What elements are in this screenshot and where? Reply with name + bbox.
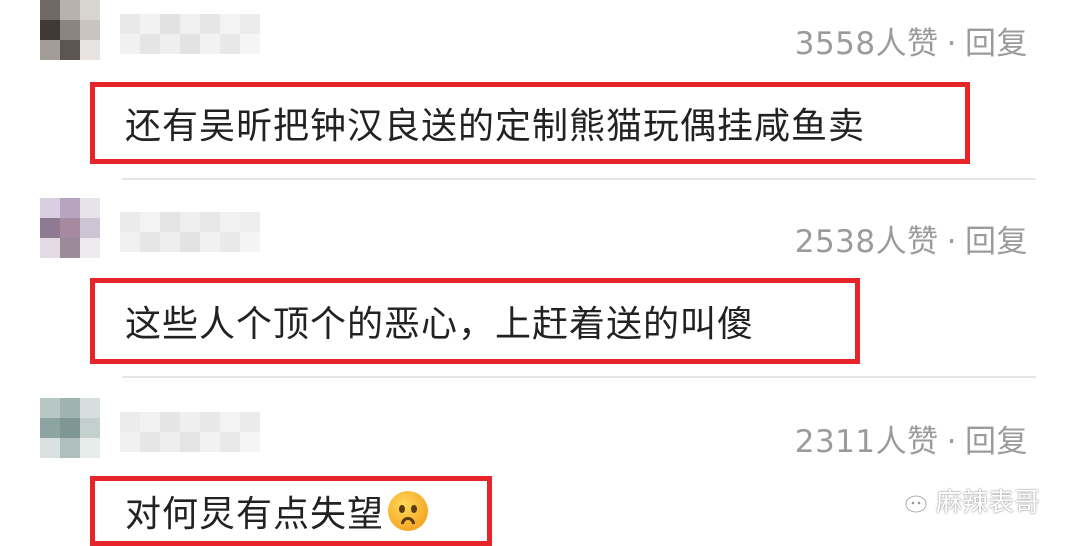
like-count[interactable]: 2538人赞 — [795, 224, 939, 260]
highlight-box: 还有吴昕把钟汉良送的定制熊猫玩偶挂咸鱼卖 — [90, 82, 970, 164]
comment-text: 这些人个顶个的恶心，上赶着送的叫傻 — [125, 304, 755, 345]
divider — [122, 376, 1036, 378]
highlight-box: 对何炅有点失望 — [90, 476, 492, 546]
worried-face-icon — [388, 491, 429, 531]
meta-separator: · — [946, 424, 957, 460]
avatar[interactable] — [40, 198, 100, 258]
reply-button[interactable]: 回复 — [965, 26, 1028, 62]
username-blurred[interactable] — [120, 14, 260, 54]
reply-button[interactable]: 回复 — [965, 424, 1028, 460]
watermark-text: 麻辣表哥 — [935, 488, 1040, 518]
highlight-box: 这些人个顶个的恶心，上赶着送的叫傻 — [90, 278, 860, 364]
comment-text: 还有吴昕把钟汉良送的定制熊猫玩偶挂咸鱼卖 — [125, 106, 866, 147]
watermark: 麻辣表哥 — [891, 482, 1040, 519]
meta-separator: · — [946, 26, 957, 62]
meta-separator: · — [946, 224, 957, 260]
avatar[interactable] — [40, 398, 100, 458]
divider — [122, 178, 1036, 180]
wechat-icon — [891, 486, 927, 512]
like-count[interactable]: 3558人赞 — [795, 26, 939, 62]
avatar[interactable] — [40, 0, 100, 60]
comment-meta: 2311人赞 · 回复 — [795, 416, 1028, 461]
comment-meta: 2538人赞 · 回复 — [795, 216, 1028, 261]
like-count[interactable]: 2311人赞 — [795, 424, 939, 460]
username-blurred[interactable] — [120, 212, 260, 252]
comment-text: 对何炅有点失望 — [125, 494, 385, 535]
username-blurred[interactable] — [120, 412, 260, 452]
reply-button[interactable]: 回复 — [965, 224, 1028, 260]
comment-meta: 3558人赞 · 回复 — [795, 18, 1028, 63]
